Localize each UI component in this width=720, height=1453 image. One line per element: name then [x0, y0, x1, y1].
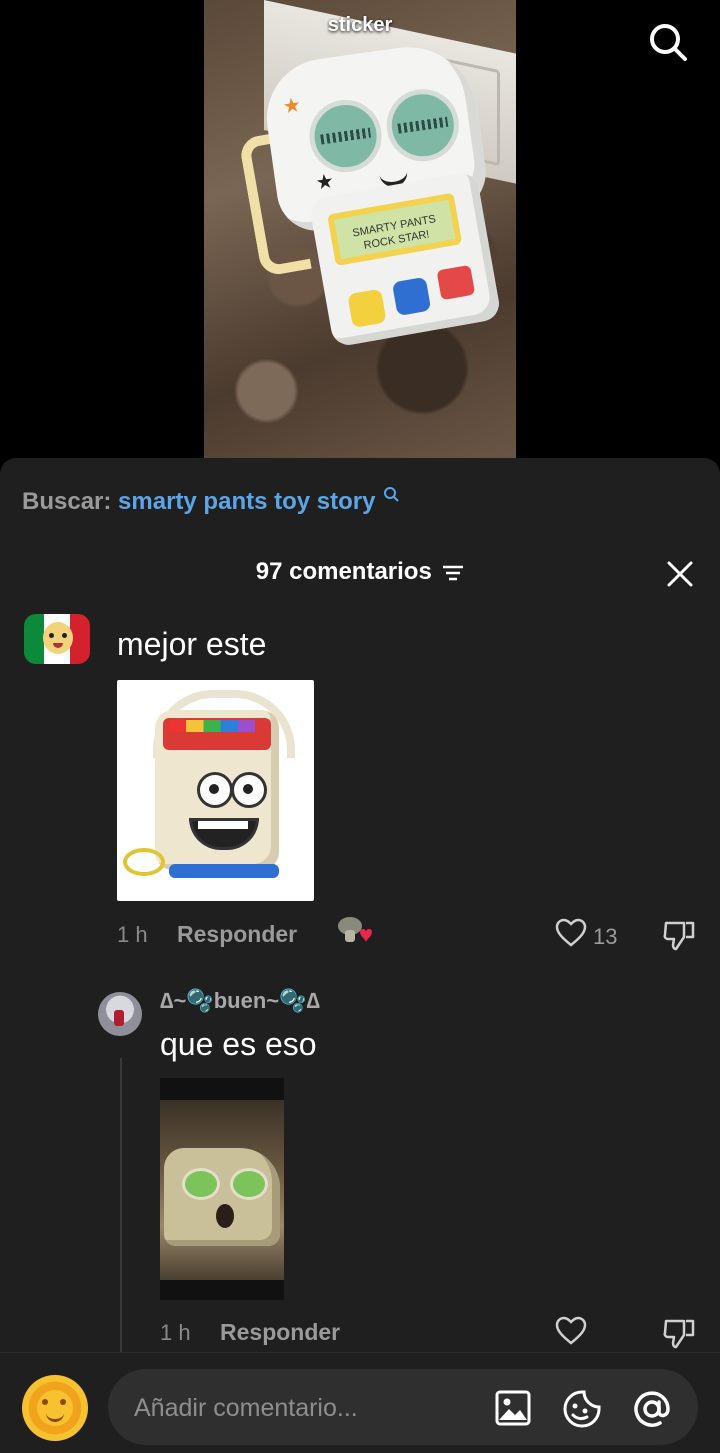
comments-sheet: Buscar: smarty pants toy story 97 coment…: [0, 458, 720, 1452]
reply-thread-line: [120, 1058, 122, 1358]
search-icon[interactable]: [648, 22, 688, 62]
heart-icon[interactable]: [555, 1316, 587, 1346]
radio-eye-right: [231, 772, 267, 808]
image-eye-left: [182, 1168, 220, 1200]
creator-liked-icon: [338, 917, 372, 942]
image-eye-right: [230, 1168, 268, 1200]
toy-button-yellow: [347, 288, 387, 329]
search-mini-icon: [384, 487, 399, 502]
radio-phone-cord: [123, 848, 165, 876]
radio-keys: [169, 720, 255, 732]
radio-eye-left: [197, 772, 233, 808]
video-frame: ★ ★ SMARTY PANTS ROCK STAR!: [204, 0, 516, 460]
comment-time: 1 h: [160, 1320, 191, 1345]
star-sticker-icon: ★: [281, 94, 303, 119]
toy-eye-left: [304, 95, 387, 177]
toy-eye-right: [382, 84, 464, 166]
comment-username[interactable]: ∆~🫧buen~🫧∆: [160, 988, 320, 1014]
comment-composer: [0, 1352, 720, 1453]
dislike-icon[interactable]: [662, 919, 696, 951]
comment-text: mejor este: [117, 626, 267, 662]
filter-icon[interactable]: [442, 564, 464, 582]
close-icon[interactable]: [666, 560, 694, 588]
reply-button[interactable]: Responder: [177, 921, 297, 948]
comment-image[interactable]: [160, 1078, 284, 1300]
comment-count: 97 comentarios: [255, 558, 432, 585]
comment-time: 1 h: [117, 922, 148, 947]
like-count: 13: [593, 924, 618, 949]
smarty-pants-face: [164, 1148, 280, 1246]
comment-input[interactable]: [132, 1369, 476, 1447]
dislike-icon[interactable]: [662, 1317, 696, 1349]
video-player[interactable]: ★ ★ SMARTY PANTS ROCK STAR! sticker: [0, 0, 720, 460]
avatar[interactable]: [24, 614, 90, 664]
star-sticker-icon: ★: [314, 170, 336, 195]
search-suggestion[interactable]: Buscar: smarty pants toy story: [22, 487, 399, 516]
reply-button[interactable]: Responder: [220, 1319, 340, 1346]
comment-input-container[interactable]: [108, 1369, 698, 1447]
my-avatar[interactable]: [22, 1375, 88, 1441]
toy-screen: SMARTY PANTS ROCK STAR!: [327, 192, 463, 267]
sticker-icon[interactable]: [562, 1389, 602, 1429]
radio-feet: [169, 864, 279, 878]
smarty-pants-toy: ★ ★ SMARTY PANTS ROCK STAR!: [238, 38, 502, 348]
toy-button-red: [436, 264, 476, 301]
comments-header: 97 comentarios: [0, 558, 720, 592]
comment-image[interactable]: [117, 680, 314, 901]
toy-body: SMARTY PANTS ROCK STAR!: [308, 170, 502, 348]
image-mouth: [216, 1204, 234, 1228]
search-query-link[interactable]: smarty pants toy story: [118, 488, 375, 515]
heart-icon[interactable]: [555, 918, 587, 948]
search-prefix: Buscar:: [22, 488, 112, 515]
toy-button-blue: [391, 276, 432, 317]
avatar[interactable]: [98, 992, 142, 1036]
mention-icon[interactable]: [632, 1389, 672, 1429]
avatar-face: [43, 622, 73, 654]
video-caption: sticker: [327, 14, 393, 36]
comment-text: que es eso: [160, 1026, 317, 1062]
image-icon[interactable]: [494, 1389, 532, 1427]
